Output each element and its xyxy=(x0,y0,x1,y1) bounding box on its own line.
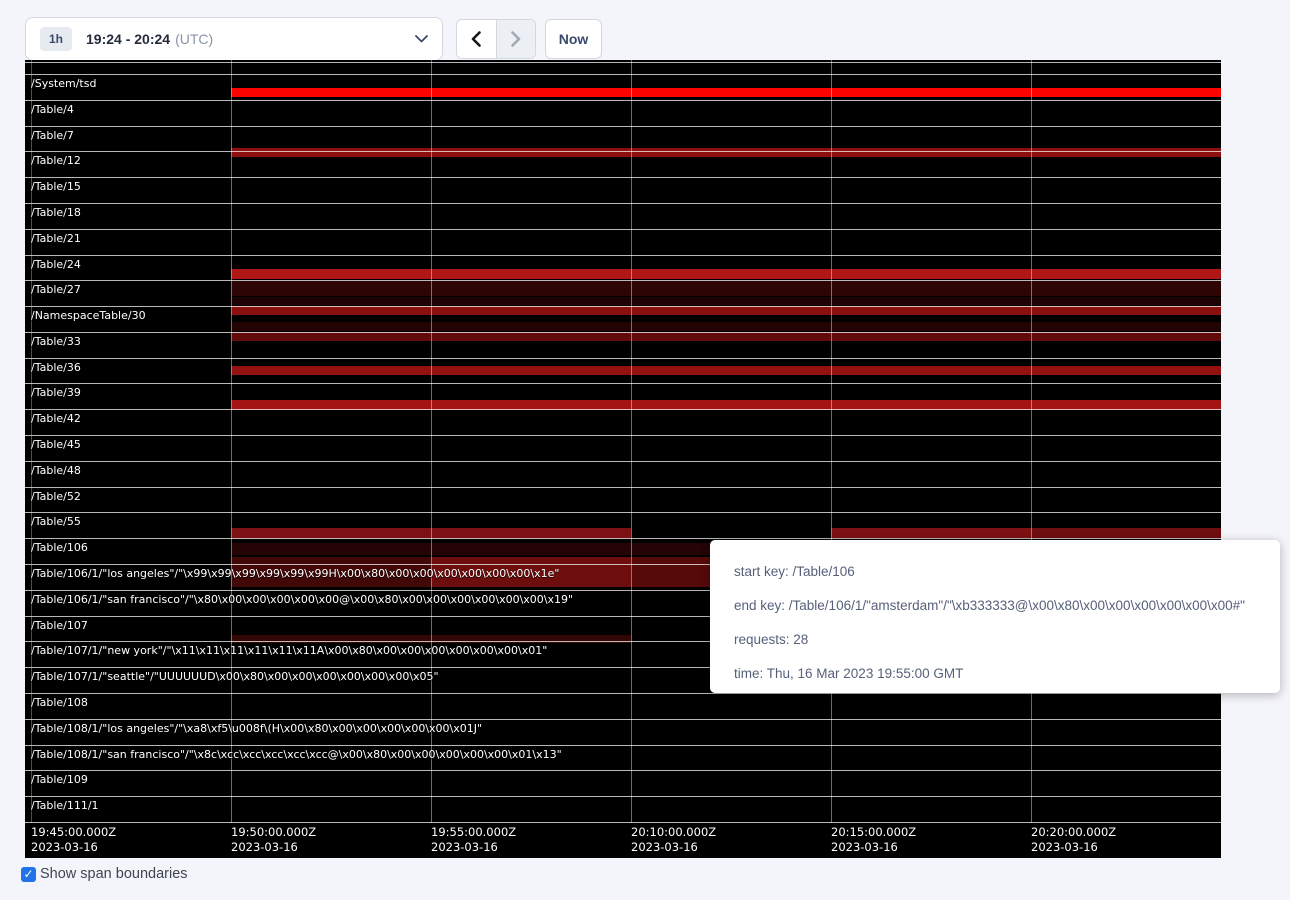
time-gridline xyxy=(1031,60,1032,823)
row-label: /Table/107/1/"new york"/"\x11\x11\x11\x1… xyxy=(31,644,547,657)
span-boundary-line xyxy=(25,383,1221,384)
row-label: /Table/15 xyxy=(31,180,81,193)
span-boundary-line xyxy=(25,461,1221,462)
span-boundary-line xyxy=(25,62,1221,63)
span-boundary-line xyxy=(25,487,1221,488)
row-label: /System/tsd xyxy=(31,77,96,90)
span-boundary-line xyxy=(25,255,1221,256)
span-boundary-line xyxy=(25,512,1221,513)
span-boundary-line xyxy=(25,332,1221,333)
row-label: /Table/33 xyxy=(31,335,81,348)
time-gridline xyxy=(231,60,232,823)
previous-time-window-button[interactable] xyxy=(457,20,496,58)
heat-band[interactable] xyxy=(1031,528,1221,538)
row-label: /Table/106/1/"los angeles"/"\x99\x99\x99… xyxy=(31,567,559,580)
row-label: /Table/45 xyxy=(31,438,81,451)
heat-band[interactable] xyxy=(831,528,1031,538)
heat-band[interactable] xyxy=(231,366,1221,375)
span-boundary-line xyxy=(25,822,1221,823)
span-boundary-line xyxy=(25,719,1221,720)
time-gridline xyxy=(831,60,832,823)
x-axis-label: 19:45:00.000Z2023-03-16 xyxy=(31,825,116,855)
tooltip-requests: requests: 28 xyxy=(734,623,1256,657)
row-label: /Table/21 xyxy=(31,232,81,245)
span-boundary-line xyxy=(25,770,1221,771)
span-boundary-line xyxy=(25,796,1221,797)
row-label: /NamespaceTable/30 xyxy=(31,309,146,322)
tooltip-start-key: start key: /Table/106 xyxy=(734,555,1256,589)
tooltip-time: time: Thu, 16 Mar 2023 19:55:00 GMT xyxy=(734,657,1256,691)
heat-band[interactable] xyxy=(231,297,1221,305)
row-label: /Table/42 xyxy=(31,412,81,425)
hover-tooltip: start key: /Table/106 end key: /Table/10… xyxy=(710,540,1280,693)
row-label: /Table/12 xyxy=(31,154,81,167)
row-label: /Table/39 xyxy=(31,386,81,399)
time-range-text: 19:24 - 20:24 xyxy=(86,31,170,47)
heat-band[interactable] xyxy=(231,148,1221,157)
span-boundary-line xyxy=(25,435,1221,436)
x-axis-label: 19:55:00.000Z2023-03-16 xyxy=(431,825,516,855)
show-span-boundaries-checkbox[interactable]: ✓ xyxy=(21,867,36,882)
time-gridline xyxy=(631,60,632,823)
chevron-down-icon xyxy=(415,35,428,43)
checkmark-icon: ✓ xyxy=(23,868,33,880)
span-boundary-line xyxy=(25,693,1221,694)
next-time-window-button[interactable] xyxy=(496,20,535,58)
heat-band[interactable] xyxy=(231,88,1221,97)
row-label: /Table/108 xyxy=(31,696,88,709)
heat-band[interactable] xyxy=(231,543,710,555)
timezone-label: (UTC) xyxy=(175,31,213,47)
row-label: /Table/18 xyxy=(31,206,81,219)
row-label: /Table/107/1/"seattle"/"UUUUUUD\x00\x80\… xyxy=(31,670,439,683)
show-span-boundaries-label: Show span boundaries xyxy=(40,866,188,882)
heat-band[interactable] xyxy=(231,332,1221,341)
span-boundary-line xyxy=(25,151,1221,152)
span-boundary-line xyxy=(25,177,1221,178)
row-label: /Table/106 xyxy=(31,541,88,554)
row-label: /Table/108/1/"los angeles"/"\xa8\xf5\u00… xyxy=(31,722,482,735)
heat-band[interactable] xyxy=(231,306,1221,315)
time-gridline xyxy=(431,60,432,823)
chevron-right-icon xyxy=(511,31,521,47)
span-boundary-line xyxy=(25,100,1221,101)
x-axis-label: 20:10:00.000Z2023-03-16 xyxy=(631,825,716,855)
x-axis-label: 20:20:00.000Z2023-03-16 xyxy=(1031,825,1116,855)
span-boundary-line xyxy=(25,74,1221,75)
row-label: /Table/24 xyxy=(31,258,81,271)
span-boundary-line xyxy=(25,280,1221,281)
chevron-left-icon xyxy=(471,31,481,47)
time-window-nav xyxy=(456,19,536,59)
span-boundary-line xyxy=(25,126,1221,127)
row-label: /Table/52 xyxy=(31,490,81,503)
span-boundaries-row: ✓ Show span boundaries xyxy=(21,866,188,882)
x-axis-label: 20:15:00.000Z2023-03-16 xyxy=(831,825,916,855)
duration-badge: 1h xyxy=(40,27,72,51)
span-boundary-line xyxy=(25,203,1221,204)
heat-band[interactable] xyxy=(231,281,1221,296)
row-label: /Table/109 xyxy=(31,773,88,786)
row-label: /Table/48 xyxy=(31,464,81,477)
now-button[interactable]: Now xyxy=(545,19,602,59)
row-label: /Table/7 xyxy=(31,129,74,142)
span-boundary-line xyxy=(25,358,1221,359)
heat-band[interactable] xyxy=(231,322,1221,331)
span-boundary-line xyxy=(25,229,1221,230)
row-label: /Table/4 xyxy=(31,103,74,116)
span-boundary-line xyxy=(25,409,1221,410)
row-label: /Table/55 xyxy=(31,515,81,528)
row-label: /Table/108/1/"san francisco"/"\x8c\xcc\x… xyxy=(31,748,562,761)
span-boundary-line xyxy=(25,745,1221,746)
row-label: /Table/27 xyxy=(31,283,81,296)
row-label: /Table/111/1 xyxy=(31,799,99,812)
x-axis-label: 19:50:00.000Z2023-03-16 xyxy=(231,825,316,855)
span-boundary-line xyxy=(25,306,1221,307)
time-range-selector[interactable]: 1h 19:24 - 20:24 (UTC) xyxy=(25,17,443,61)
row-label: /Table/36 xyxy=(31,361,81,374)
heat-band[interactable] xyxy=(231,269,1221,279)
row-label: /Table/106/1/"san francisco"/"\x80\x00\x… xyxy=(31,593,573,606)
key-visualizer-canvas[interactable]: /System/tsd/Table/4/Table/7/Table/12/Tab… xyxy=(25,60,1221,858)
tooltip-end-key: end key: /Table/106/1/"amsterdam"/"\xb33… xyxy=(734,589,1256,623)
row-label: /Table/107 xyxy=(31,619,88,632)
span-boundary-line xyxy=(25,538,1221,539)
